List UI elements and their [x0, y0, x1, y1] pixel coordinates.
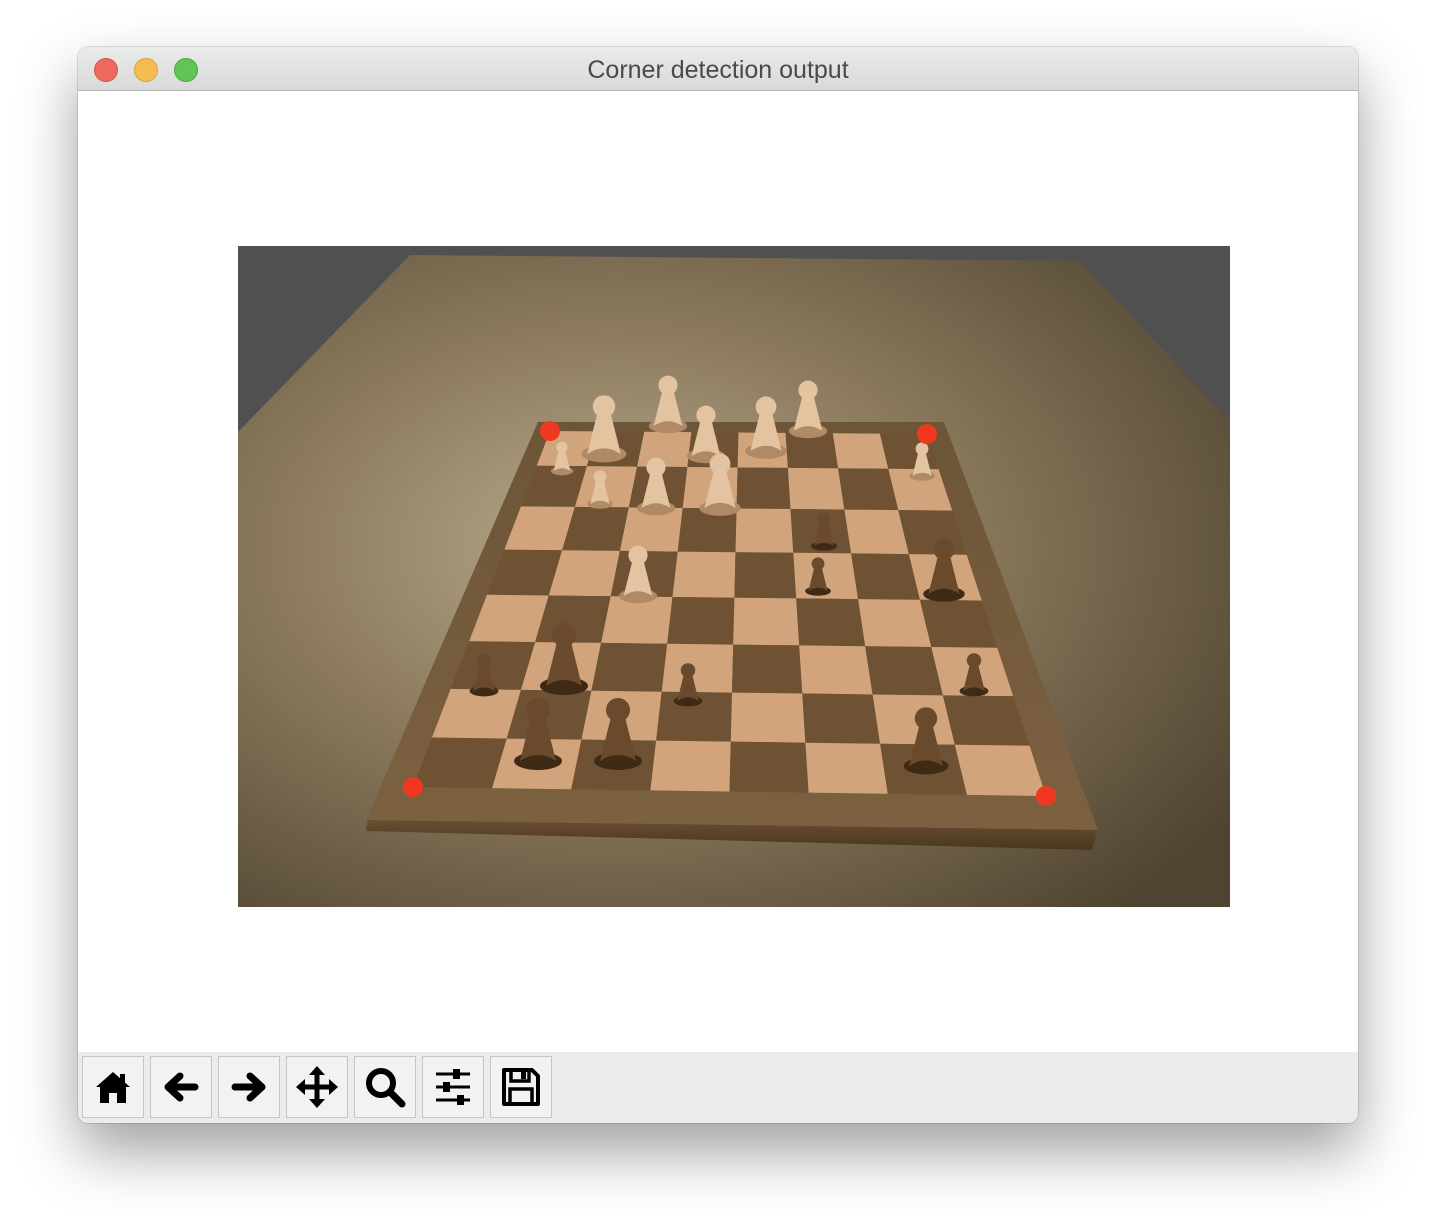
board-square — [637, 431, 692, 467]
home-icon — [96, 1072, 130, 1103]
back-button[interactable] — [150, 1056, 212, 1118]
board-square — [672, 551, 736, 598]
save-icon — [502, 1068, 540, 1106]
board-square — [872, 694, 955, 745]
board-square — [667, 597, 735, 645]
board-square — [506, 689, 592, 740]
navigation-toolbar — [78, 1052, 1358, 1123]
board-square — [802, 693, 881, 744]
board-square — [844, 509, 909, 555]
board-square — [865, 646, 943, 696]
board-square — [799, 645, 873, 695]
chessboard-image — [238, 246, 1230, 907]
board-square — [787, 467, 845, 510]
corner-marker — [540, 421, 560, 441]
sliders-icon — [436, 1069, 470, 1105]
board-square — [591, 642, 668, 692]
board-square — [736, 467, 791, 509]
board-square — [838, 468, 899, 511]
window-title: Corner detection output — [587, 56, 849, 84]
board-square — [729, 741, 809, 793]
board-square — [735, 508, 794, 553]
arrow-right-icon — [231, 1072, 266, 1102]
board-square — [805, 742, 888, 794]
board-square — [650, 740, 731, 792]
arrow-left-icon — [164, 1072, 199, 1102]
zoom-button[interactable] — [354, 1056, 416, 1118]
title-bar[interactable]: Corner detection output — [78, 47, 1358, 91]
save-figure-button[interactable] — [490, 1056, 552, 1118]
pan-button[interactable] — [286, 1056, 348, 1118]
corner-marker — [1036, 786, 1056, 806]
forward-button[interactable] — [218, 1056, 280, 1118]
board-square — [851, 553, 920, 600]
board-square — [661, 643, 734, 693]
board-square — [832, 433, 889, 469]
board-square — [732, 644, 803, 694]
board-square — [858, 599, 932, 647]
board-square — [785, 432, 839, 469]
figure-canvas[interactable] — [78, 91, 1358, 1052]
corner-marker — [917, 424, 937, 444]
board-square — [733, 597, 800, 646]
move-icon — [296, 1066, 338, 1108]
corner-marker — [403, 777, 423, 797]
board-square — [601, 596, 673, 644]
board-square — [734, 552, 797, 599]
chessboard-photo — [238, 246, 1230, 907]
zoom-icon — [366, 1068, 406, 1108]
board-square — [730, 692, 806, 743]
board-square — [796, 598, 866, 647]
home-button[interactable] — [82, 1056, 144, 1118]
configure-subplots-button[interactable] — [422, 1056, 484, 1118]
figure-window: Corner detection output — [78, 47, 1358, 1123]
